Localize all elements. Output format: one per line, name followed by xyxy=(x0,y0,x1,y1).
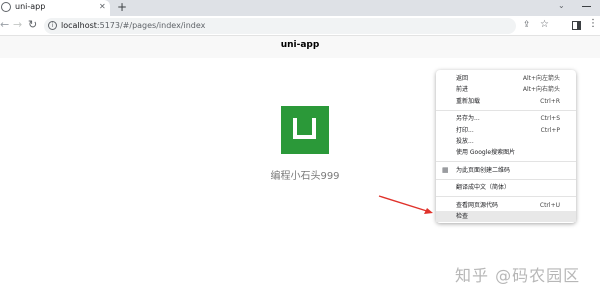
share-icon[interactable]: ⇪ xyxy=(523,20,531,30)
menu-separator xyxy=(436,196,576,198)
reload-icon[interactable]: ↻ xyxy=(28,19,37,31)
subtitle-text: 编程小石头999 xyxy=(270,171,340,182)
menu-item-label: 为此页面创建二维码 xyxy=(456,166,511,174)
context-menu-item[interactable]: 检查 xyxy=(436,211,576,222)
context-menu-item[interactable]: 前进 Alt+向右箭头 xyxy=(436,84,576,95)
menu-item-label: 重新加载 xyxy=(456,97,481,105)
url-text[interactable]: localhost:5173/#/pages/index/index xyxy=(61,21,205,30)
side-panel-icon[interactable] xyxy=(572,21,581,30)
app-navbar: uni-app xyxy=(0,36,600,58)
globe-icon xyxy=(1,2,11,12)
menu-item-label: 前进 xyxy=(456,86,469,94)
menu-item-shortcut: Ctrl+U xyxy=(539,201,560,209)
menu-item-label: 另存为... xyxy=(456,115,480,123)
menu-item-label: 打印... xyxy=(456,126,474,134)
chevron-down-icon[interactable]: ⌄ xyxy=(558,1,565,10)
new-tab-button[interactable]: + xyxy=(117,0,127,14)
context-menu-item[interactable]: ▦ 为此页面创建二维码 xyxy=(436,165,576,176)
menu-item-label: 使用 Google搜索图片 xyxy=(456,149,516,157)
menu-item-shortcut: Ctrl+R xyxy=(540,97,560,105)
qr-code-icon: ▦ xyxy=(442,165,449,174)
menu-separator xyxy=(436,109,576,111)
menu-item-label: 返回 xyxy=(456,75,469,82)
context-menu-item[interactable]: 投放... xyxy=(436,136,576,147)
back-arrow-icon[interactable]: ← xyxy=(0,19,9,31)
arrow-shaft xyxy=(378,195,431,213)
menu-item-label: 查看网页源代码 xyxy=(456,201,499,209)
context-menu-item[interactable]: 翻译成中文（简体） xyxy=(436,182,576,193)
address-bar[interactable]: i localhost:5173/#/pages/index/index xyxy=(44,18,516,34)
context-menu-item[interactable]: 返回 Alt+向左箭头 xyxy=(436,73,576,84)
arrow-head xyxy=(424,208,433,214)
star-icon[interactable]: ☆ xyxy=(540,19,549,30)
more-menu-icon[interactable]: ⋮ xyxy=(588,19,598,29)
info-icon[interactable]: i xyxy=(48,21,57,30)
url-host: localhost xyxy=(61,21,97,30)
close-icon[interactable]: ✕ xyxy=(99,2,106,12)
tab-strip: uni-app ✕ + ⌄ xyxy=(0,0,600,16)
menu-item-label: 检查 xyxy=(456,213,469,220)
context-menu-item[interactable]: 另存为... Ctrl+S xyxy=(436,113,576,124)
context-menu-item[interactable]: 使用 Google搜索图片 xyxy=(436,147,576,158)
menu-item-shortcut: Ctrl+S xyxy=(540,115,560,123)
menu-item-shortcut: Alt+向左箭头 xyxy=(522,75,560,82)
menu-separator xyxy=(436,161,576,163)
menu-separator xyxy=(436,178,576,180)
context-menu-item[interactable]: 打印... Ctrl+P xyxy=(436,125,576,136)
uniapp-logo xyxy=(281,106,329,154)
browser-toolbar: ← → ↻ i localhost:5173/#/pages/index/ind… xyxy=(0,16,600,36)
forward-arrow-icon[interactable]: → xyxy=(13,19,22,31)
page-title: uni-app xyxy=(280,40,320,50)
browser-tab[interactable]: uni-app ✕ xyxy=(0,0,110,16)
context-menu: 返回 Alt+向左箭头前进 Alt+向右箭头重新加载 Ctrl+R 另存为... Ctrl… xyxy=(436,70,576,223)
watermark: 知乎 @码农园区 xyxy=(455,266,581,285)
minimize-icon[interactable] xyxy=(582,6,591,7)
menu-item-shortcut: Ctrl+P xyxy=(540,126,560,134)
context-menu-item[interactable]: 查看网页源代码 Ctrl+U xyxy=(436,200,576,211)
tab-title: uni-app xyxy=(15,2,46,11)
context-menu-item[interactable]: 重新加载 Ctrl+R xyxy=(436,96,576,107)
logo-u-mark xyxy=(293,118,316,139)
menu-item-label: 投放... xyxy=(456,138,474,145)
url-path: :5173/#/pages/index/index xyxy=(96,21,206,30)
menu-item-label: 翻译成中文（简体） xyxy=(456,184,511,192)
menu-item-shortcut: Alt+向右箭头 xyxy=(522,86,560,94)
